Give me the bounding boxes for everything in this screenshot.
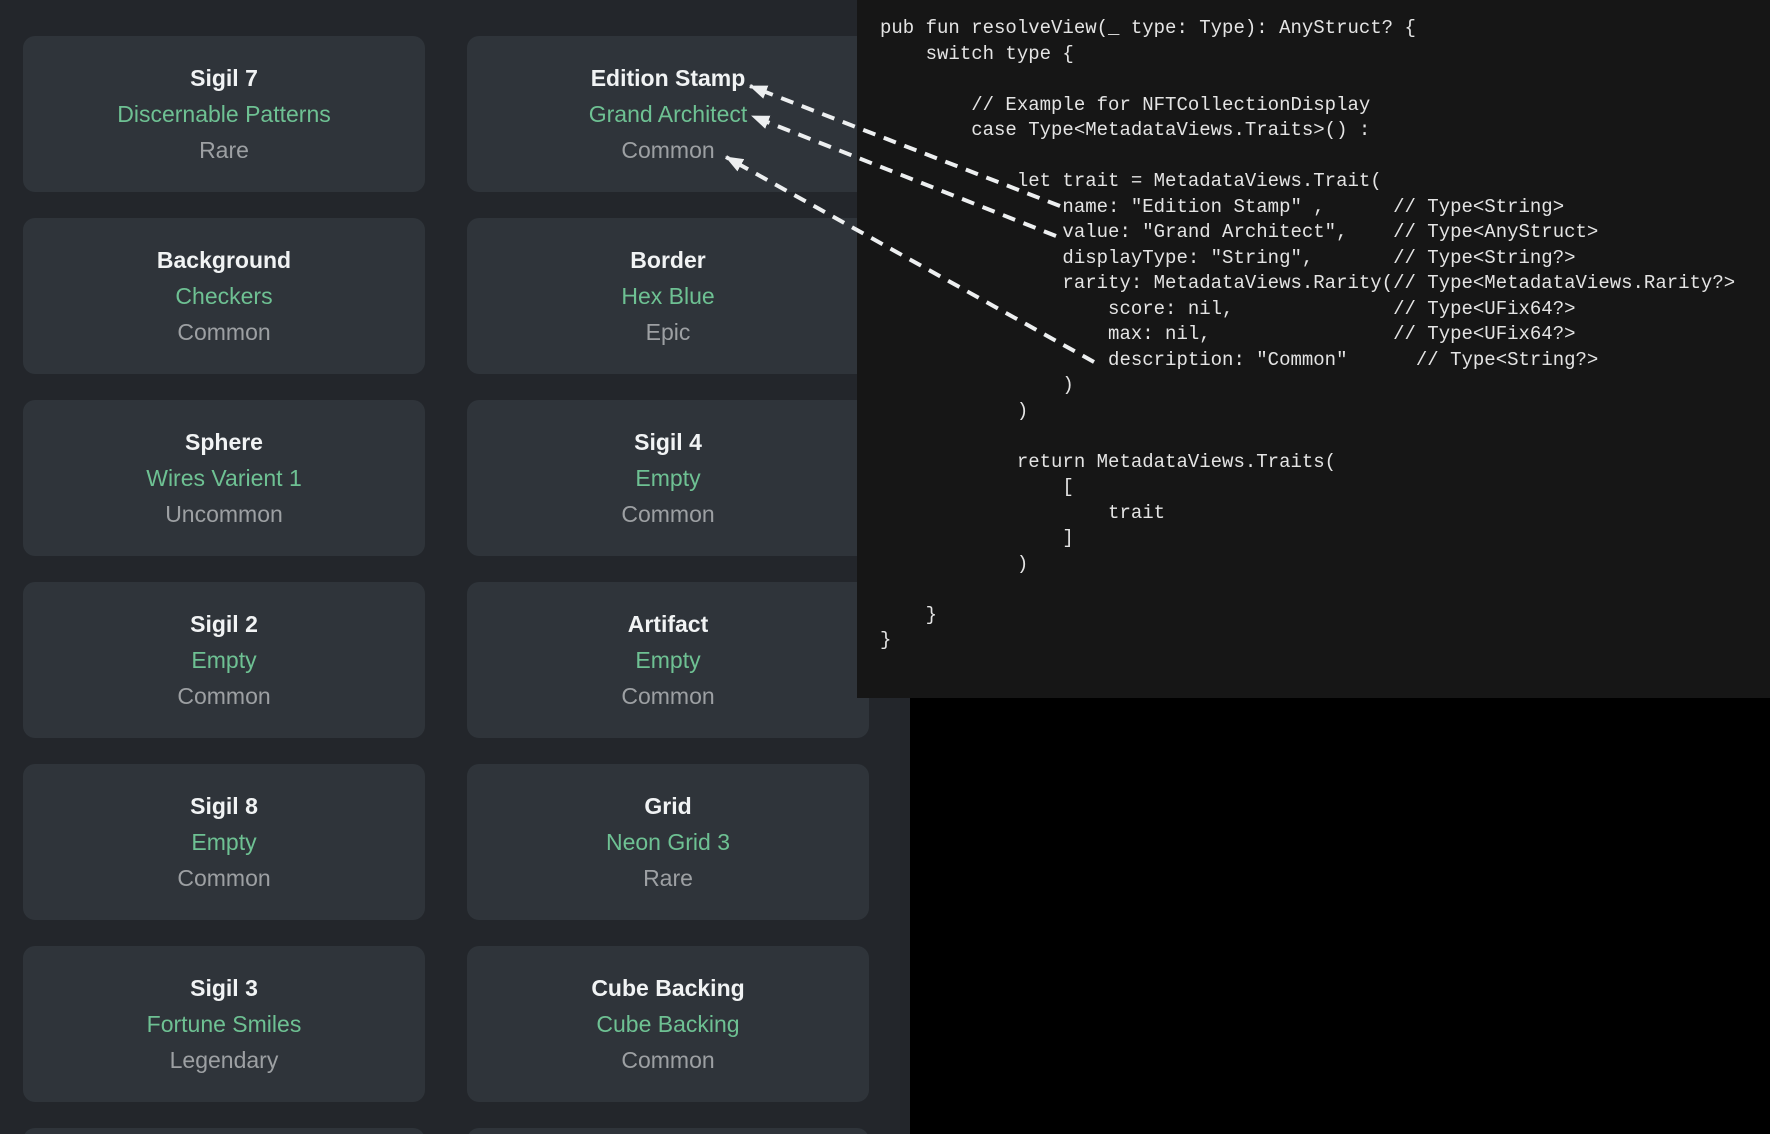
trait-value: Hex Blue: [621, 278, 714, 314]
trait-value: Empty: [191, 824, 256, 860]
trait-card: BorderHex BlueEpic: [467, 218, 869, 374]
trait-name: Edition Stamp: [591, 60, 746, 96]
trait-value: Fortune Smiles: [147, 1006, 302, 1042]
trait-name: Sigil 4: [634, 424, 702, 460]
trait-card: BackgroundCheckersCommon: [23, 218, 425, 374]
trait-rarity: Common: [621, 1042, 714, 1078]
trait-name: Cube Backing: [591, 970, 744, 1006]
trait-name: Artifact: [628, 606, 709, 642]
trait-card: Sigil 8EmptyCommon: [23, 764, 425, 920]
trait-rarity: Rare: [199, 132, 249, 168]
code-listing: pub fun resolveView(_ type: Type): AnySt…: [857, 0, 1770, 654]
trait-value: Empty: [635, 460, 700, 496]
trait-value: Discernable Patterns: [117, 96, 331, 132]
trait-name: Background: [157, 242, 291, 278]
trait-rarity: Common: [177, 678, 270, 714]
trait-card: Sigil 4EmptyCommon: [467, 400, 869, 556]
trait-rarity: Uncommon: [165, 496, 283, 532]
trait-card: Sigil 7Discernable PatternsRare: [23, 36, 425, 192]
trait-card: GridNeon Grid 3Rare: [467, 764, 869, 920]
trait-rarity: Common: [621, 496, 714, 532]
traits-panel: Sigil 7Discernable PatternsRareEdition S…: [0, 0, 910, 1134]
trait-card: [23, 1128, 425, 1134]
trait-rarity: Rare: [643, 860, 693, 896]
trait-name: Sphere: [185, 424, 263, 460]
trait-name: Sigil 3: [190, 970, 258, 1006]
trait-name: Grid: [644, 788, 691, 824]
trait-name: Sigil 2: [190, 606, 258, 642]
trait-value: Wires Varient 1: [146, 460, 302, 496]
trait-value: Empty: [191, 642, 256, 678]
trait-value: Grand Architect: [589, 96, 748, 132]
trait-rarity: Legendary: [170, 1042, 279, 1078]
trait-name: Border: [630, 242, 705, 278]
trait-card-grid: Sigil 7Discernable PatternsRareEdition S…: [23, 36, 869, 1134]
trait-rarity: Common: [177, 314, 270, 350]
trait-rarity: Common: [177, 860, 270, 896]
screenshot-stage: Sigil 7Discernable PatternsRareEdition S…: [0, 0, 1770, 1134]
trait-name: Sigil 8: [190, 788, 258, 824]
trait-name: Sigil 7: [190, 60, 258, 96]
trait-value: Empty: [635, 642, 700, 678]
trait-rarity: Common: [621, 678, 714, 714]
trait-value: Cube Backing: [596, 1006, 739, 1042]
trait-rarity: Epic: [646, 314, 691, 350]
trait-card: Sigil 3Fortune SmilesLegendary: [23, 946, 425, 1102]
trait-card: SphereWires Varient 1Uncommon: [23, 400, 425, 556]
trait-card: Edition StampGrand ArchitectCommon: [467, 36, 869, 192]
code-panel: pub fun resolveView(_ type: Type): AnySt…: [857, 0, 1770, 698]
trait-card: ArtifactEmptyCommon: [467, 582, 869, 738]
trait-value: Checkers: [175, 278, 272, 314]
trait-card: [467, 1128, 869, 1134]
trait-card: Cube BackingCube BackingCommon: [467, 946, 869, 1102]
trait-card: Sigil 2EmptyCommon: [23, 582, 425, 738]
trait-value: Neon Grid 3: [606, 824, 730, 860]
trait-rarity: Common: [621, 132, 714, 168]
